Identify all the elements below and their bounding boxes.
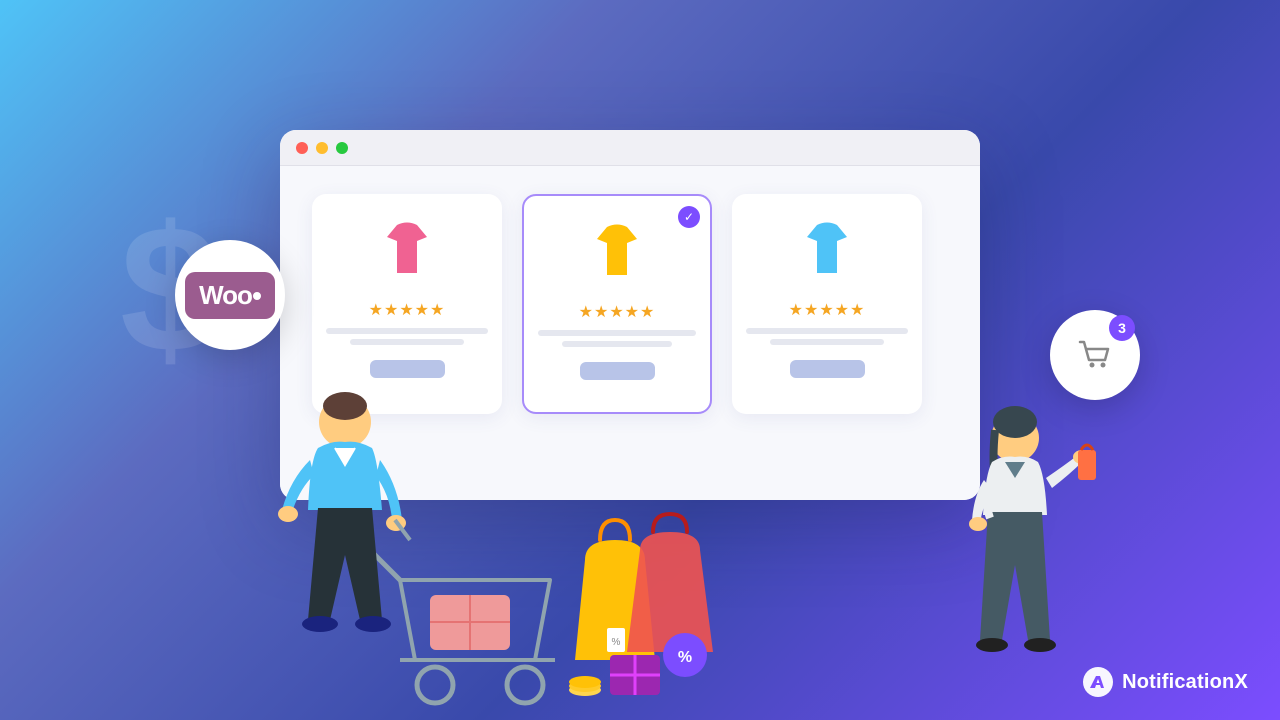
woo-dot — [253, 292, 261, 300]
product-line-1 — [326, 328, 488, 334]
stars-blue: ★★★★★ — [789, 300, 866, 320]
browser-dot-yellow — [316, 142, 328, 154]
cart-count: 3 — [1109, 315, 1135, 341]
product-image-blue — [787, 210, 867, 290]
notificationx-brand: NotificationX — [1082, 666, 1248, 698]
bags-illustration: % % — [555, 480, 755, 720]
browser-titlebar — [280, 130, 980, 166]
product-line-3 — [538, 330, 696, 336]
product-line-2 — [350, 339, 463, 345]
cart-badge[interactable]: 3 — [1050, 310, 1140, 400]
product-card-blue: ★★★★★ — [732, 194, 922, 414]
tshirt-icon-pink — [372, 215, 442, 285]
nx-logo-icon — [1082, 666, 1114, 698]
woo-inner: Woo — [185, 272, 275, 319]
stars-yellow: ★★★★★ — [579, 302, 656, 322]
person-left-illustration — [230, 380, 430, 720]
tshirt-icon-blue — [792, 215, 862, 285]
product-line-6 — [770, 339, 883, 345]
woo-text: Woo — [199, 280, 252, 311]
person-right-illustration — [930, 400, 1100, 720]
svg-text:%: % — [612, 637, 621, 648]
notificationx-label: NotificationX — [1122, 671, 1248, 694]
background: $ Woo 3 — [0, 0, 1280, 720]
browser-dot-red — [296, 142, 308, 154]
browser-dot-green — [336, 142, 348, 154]
add-to-cart-btn-yellow[interactable] — [580, 362, 655, 380]
woo-badge: Woo — [175, 240, 285, 350]
add-to-cart-btn-pink[interactable] — [370, 360, 445, 378]
check-badge: ✓ — [678, 206, 700, 228]
product-image-pink — [367, 210, 447, 290]
product-card-yellow: ✓ ★★★★★ — [522, 194, 712, 414]
add-to-cart-btn-blue[interactable] — [790, 360, 865, 378]
cart-icon — [1074, 334, 1116, 376]
stars-pink: ★★★★★ — [369, 300, 446, 320]
tshirt-icon-yellow — [582, 217, 652, 287]
product-line-4 — [562, 341, 673, 347]
product-line-5 — [746, 328, 908, 334]
svg-text:%: % — [678, 649, 692, 666]
product-image-yellow — [577, 212, 657, 292]
